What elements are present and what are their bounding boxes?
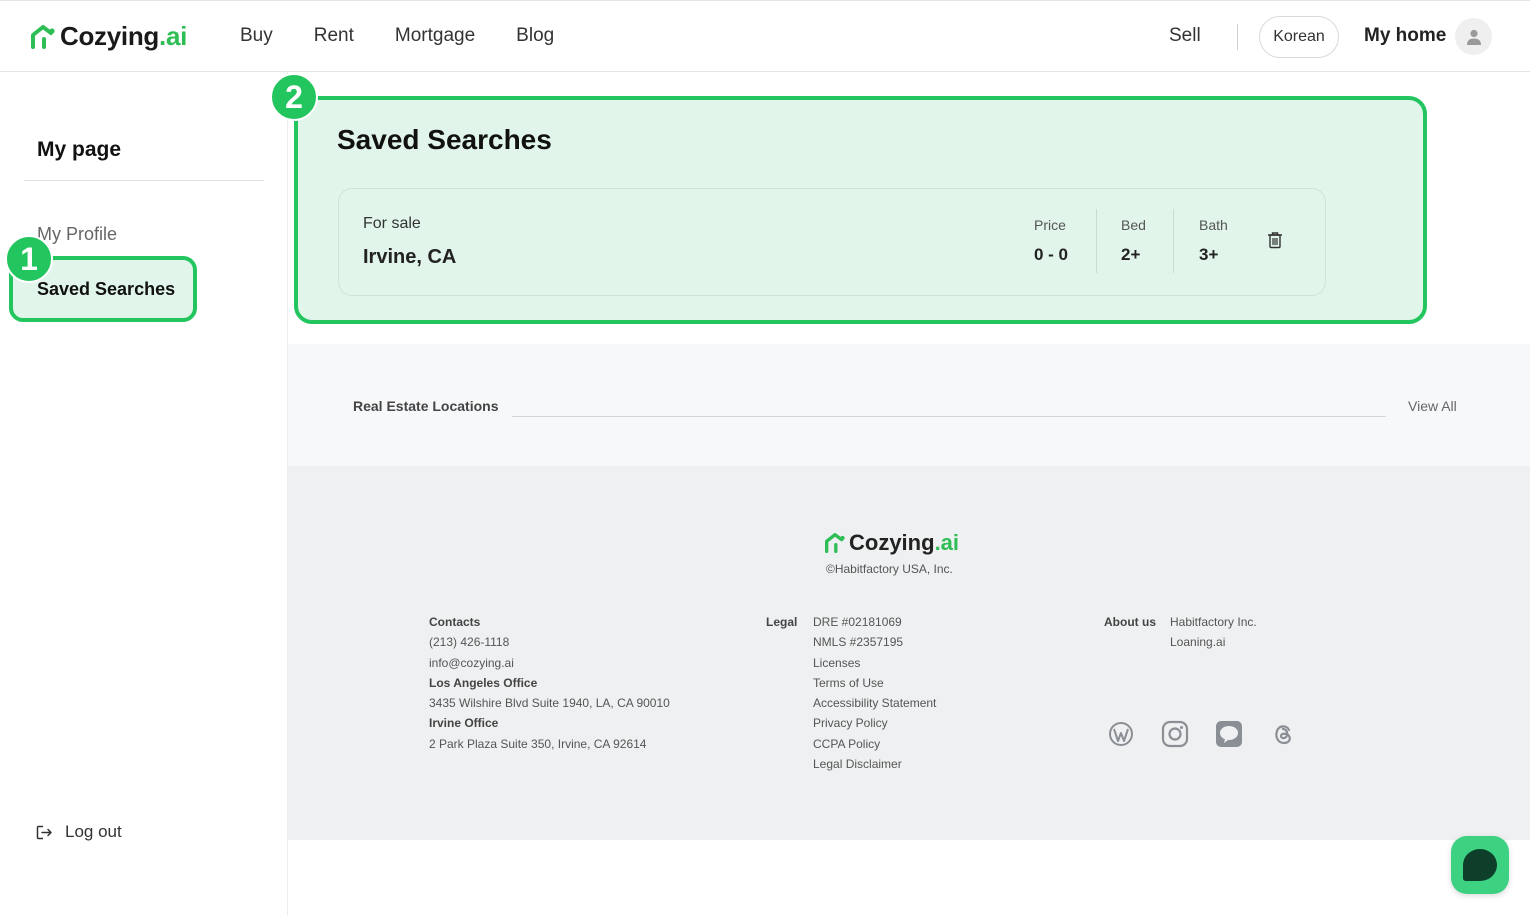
sidebar-item-my-profile[interactable]: My Profile xyxy=(37,224,117,245)
about-link[interactable]: Loaning.ai xyxy=(1170,632,1257,652)
kakaotalk-icon[interactable] xyxy=(1212,717,1246,751)
language-button[interactable]: Korean xyxy=(1259,16,1339,58)
nav-blog[interactable]: Blog xyxy=(516,25,554,47)
trash-icon xyxy=(1268,232,1282,249)
delete-search-button[interactable] xyxy=(1267,231,1283,254)
la-office-heading: Los Angeles Office xyxy=(429,675,538,690)
listing-type: For sale xyxy=(363,215,421,232)
nav-sell[interactable]: Sell xyxy=(1169,25,1201,47)
chat-bubble-icon xyxy=(1463,849,1497,881)
chat-button[interactable] xyxy=(1451,836,1509,894)
contact-phone[interactable]: (213) 426-1118 xyxy=(429,632,670,652)
legal-link[interactable]: Licenses xyxy=(813,653,936,673)
house-logo-icon xyxy=(825,533,845,553)
threads-icon[interactable] xyxy=(1266,717,1300,751)
main-nav: Buy Rent Mortgage Blog xyxy=(240,25,595,47)
legal-heading: Legal xyxy=(766,615,798,629)
contact-email[interactable]: info@cozying.ai xyxy=(429,653,670,673)
price-value: 0 - 0 xyxy=(1034,245,1069,264)
legal-link[interactable]: Accessibility Statement xyxy=(813,693,936,713)
logout-label: Log out xyxy=(65,822,122,841)
stat-divider xyxy=(1096,209,1097,273)
step-badge-2: 2 xyxy=(270,73,318,121)
about-link[interactable]: Habitfactory Inc. xyxy=(1170,612,1257,632)
legal-link[interactable]: CCPA Policy xyxy=(813,734,936,754)
stat-divider xyxy=(1173,209,1174,273)
irvine-office-address: 2 Park Plaza Suite 350, Irvine, CA 92614 xyxy=(429,736,647,751)
bed-value: 2+ xyxy=(1121,245,1141,264)
la-office-address: 3435 Wilshire Blvd Suite 1940, LA, CA 90… xyxy=(429,696,670,711)
my-home-link[interactable]: My home xyxy=(1364,25,1446,47)
price-stat: Price 0 - 0 xyxy=(1034,217,1068,265)
step-badge-1: 1 xyxy=(5,235,53,283)
about-heading: About us xyxy=(1104,615,1156,629)
legal-link[interactable]: Privacy Policy xyxy=(813,713,936,733)
saved-searches-panel: Saved Searches For sale Irvine, CA Price… xyxy=(294,96,1427,324)
footer-contacts: Contacts (213) 426-1118 info@cozying.ai … xyxy=(429,612,670,754)
user-icon xyxy=(1466,29,1481,45)
saved-search-card[interactable]: For sale Irvine, CA Price 0 - 0 Bed 2+ B… xyxy=(338,188,1326,296)
bed-stat: Bed 2+ xyxy=(1121,217,1146,265)
view-all-link[interactable]: View All xyxy=(1408,398,1457,414)
footer-brand-name: Cozying.ai xyxy=(849,530,960,555)
search-location: Irvine, CA xyxy=(363,246,457,268)
logout-button[interactable]: Log out xyxy=(36,822,122,842)
avatar[interactable] xyxy=(1455,18,1492,55)
locations-label: Real Estate Locations xyxy=(353,398,499,414)
contacts-heading: Contacts xyxy=(429,615,481,629)
brand-logo[interactable]: Cozying.ai xyxy=(30,21,187,52)
nav-rent[interactable]: Rent xyxy=(314,25,354,47)
house-logo-icon xyxy=(31,24,55,49)
real-estate-locations: Real Estate Locations View All xyxy=(288,344,1530,466)
legal-link[interactable]: Terms of Use xyxy=(813,673,936,693)
social-links xyxy=(1104,717,1300,751)
nav-buy[interactable]: Buy xyxy=(240,25,273,47)
page-title: Saved Searches xyxy=(337,124,552,155)
irvine-office-heading: Irvine Office xyxy=(429,716,499,731)
sidebar: My page My Profile Saved Searches 1 Log … xyxy=(0,72,288,915)
nav-divider xyxy=(1237,24,1238,50)
legal-link[interactable]: Legal Disclaimer xyxy=(813,754,936,774)
footer: Cozying.ai ©Habitfactory USA, Inc. Conta… xyxy=(288,466,1530,840)
bath-stat: Bath 3+ xyxy=(1199,217,1228,265)
footer-logo[interactable]: Cozying.ai xyxy=(824,530,959,556)
nav-mortgage[interactable]: Mortgage xyxy=(395,25,475,47)
bath-label: Bath xyxy=(1199,217,1228,233)
bed-label: Bed xyxy=(1121,217,1146,233)
instagram-icon[interactable] xyxy=(1158,717,1192,751)
footer-about-links: Habitfactory Inc. Loaning.ai xyxy=(1170,612,1257,653)
price-label: Price xyxy=(1034,217,1066,233)
sidebar-title: My page xyxy=(37,138,122,161)
locations-divider xyxy=(512,416,1386,417)
copyright: ©Habitfactory USA, Inc. xyxy=(826,562,953,576)
top-nav-bar: Cozying.ai Buy Rent Mortgage Blog Sell K… xyxy=(0,0,1530,72)
wordpress-icon[interactable] xyxy=(1104,717,1138,751)
sidebar-divider xyxy=(24,180,264,181)
brand-name: Cozying.ai xyxy=(60,21,188,51)
bath-value: 3+ xyxy=(1199,245,1219,264)
logout-icon xyxy=(36,825,52,839)
legal-link[interactable]: NMLS #2357195 xyxy=(813,632,936,652)
footer-legal-links: DRE #02181069 NMLS #2357195 Licenses Ter… xyxy=(813,612,936,774)
legal-link[interactable]: DRE #02181069 xyxy=(813,612,936,632)
